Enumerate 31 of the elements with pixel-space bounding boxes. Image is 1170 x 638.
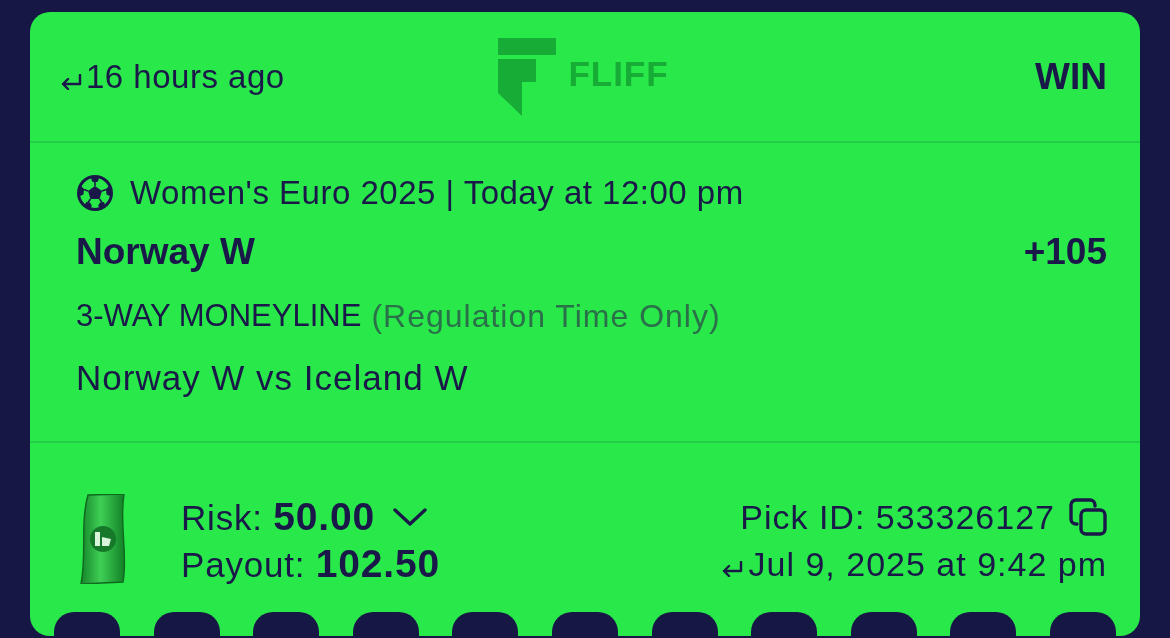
banknote-icon	[78, 494, 128, 584]
time-ago: 16 hours ago	[86, 56, 285, 97]
return-arrow-icon	[720, 561, 743, 577]
payout-amount: Payout: 102.50	[181, 541, 440, 587]
ticket-notch	[850, 612, 917, 636]
ticket-notch	[153, 612, 220, 636]
ticket-notch	[950, 612, 1017, 636]
ticket-notch	[551, 612, 618, 636]
odds-value: +105	[1023, 230, 1107, 274]
ticket-notch	[751, 612, 818, 636]
soccer-ball-icon	[76, 174, 114, 212]
ticket-notch	[54, 612, 120, 636]
market-name: 3-WAY MONEYLINE	[76, 297, 362, 335]
logo-icon	[498, 37, 557, 116]
result-status: WIN	[1035, 54, 1107, 99]
ticket-notch	[253, 612, 320, 636]
matchup-text: Norway W vs Iceland W	[76, 357, 469, 399]
pick-id: Pick ID: 533326127	[740, 497, 1055, 538]
chevron-icon[interactable]	[392, 507, 427, 527]
ticket-notch	[651, 612, 718, 636]
market-note: (Regulation Time Only)	[371, 297, 721, 336]
selection-name: Norway W	[76, 230, 255, 274]
placed-at: Jul 9, 2025 at 9:42 pm	[748, 544, 1107, 585]
risk-dropdown[interactable]: Risk: 50.00	[181, 494, 440, 540]
return-arrow-icon	[60, 73, 82, 90]
ticket-notch	[1049, 612, 1116, 636]
ticket-notch	[452, 612, 519, 636]
brand-name: FLIFF	[568, 53, 669, 94]
event-info: Women's Euro 2025 | Today at 12:00 pm	[130, 173, 744, 213]
copy-icon[interactable]	[1069, 498, 1107, 536]
ticket-notch	[352, 612, 419, 636]
